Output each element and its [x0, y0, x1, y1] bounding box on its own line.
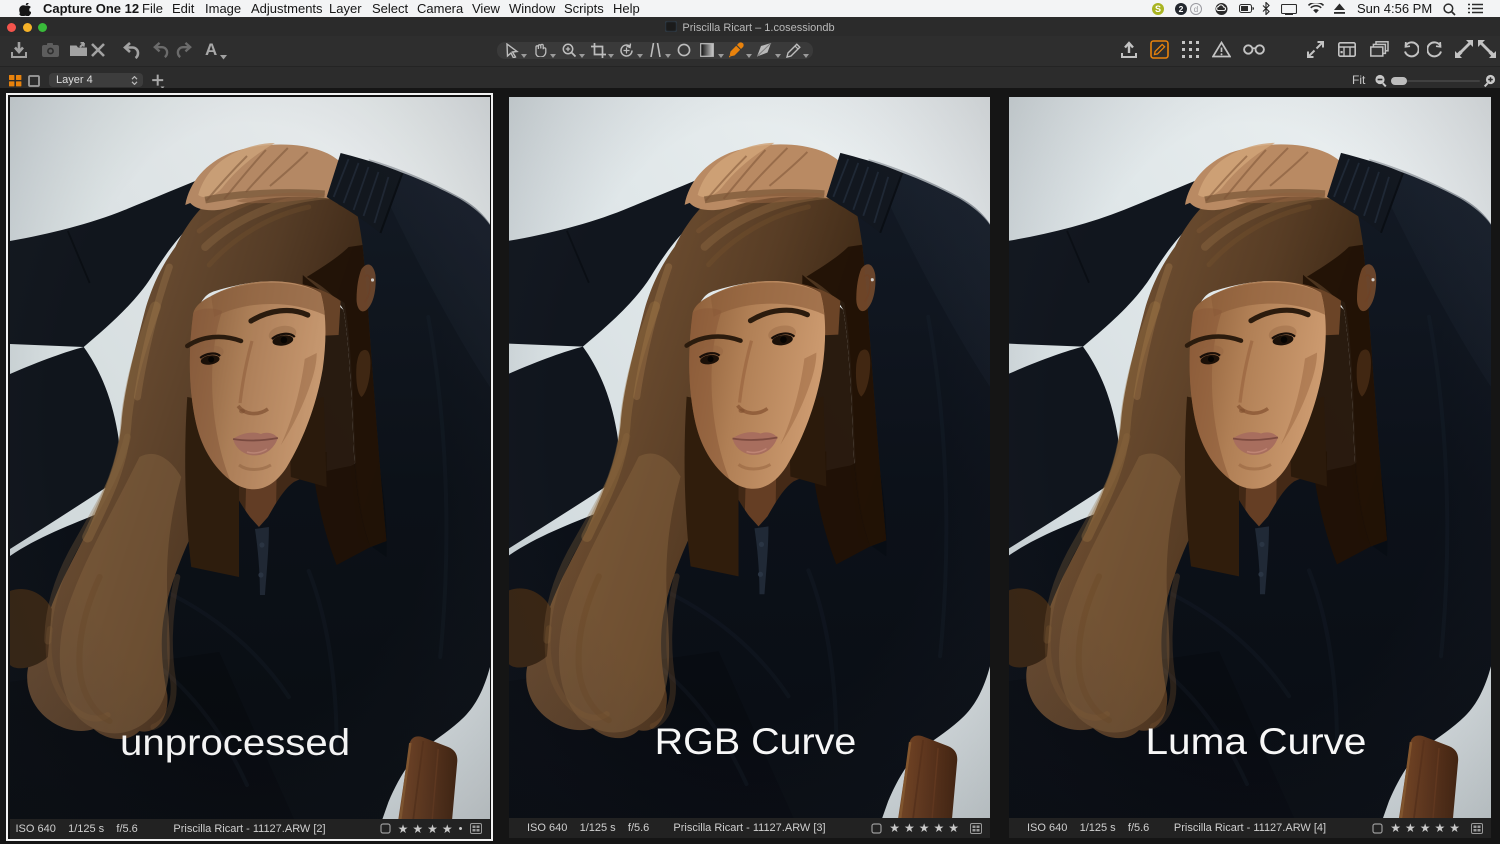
svg-text:S: S	[1155, 4, 1161, 14]
svg-text:Luma Curve: Luma Curve	[1146, 721, 1367, 762]
svg-text:RGB Curve: RGB Curve	[655, 721, 857, 762]
svg-text:unprocessed: unprocessed	[120, 721, 350, 762]
svg-text:d: d	[1194, 5, 1198, 14]
svg-text:2: 2	[1179, 4, 1184, 14]
